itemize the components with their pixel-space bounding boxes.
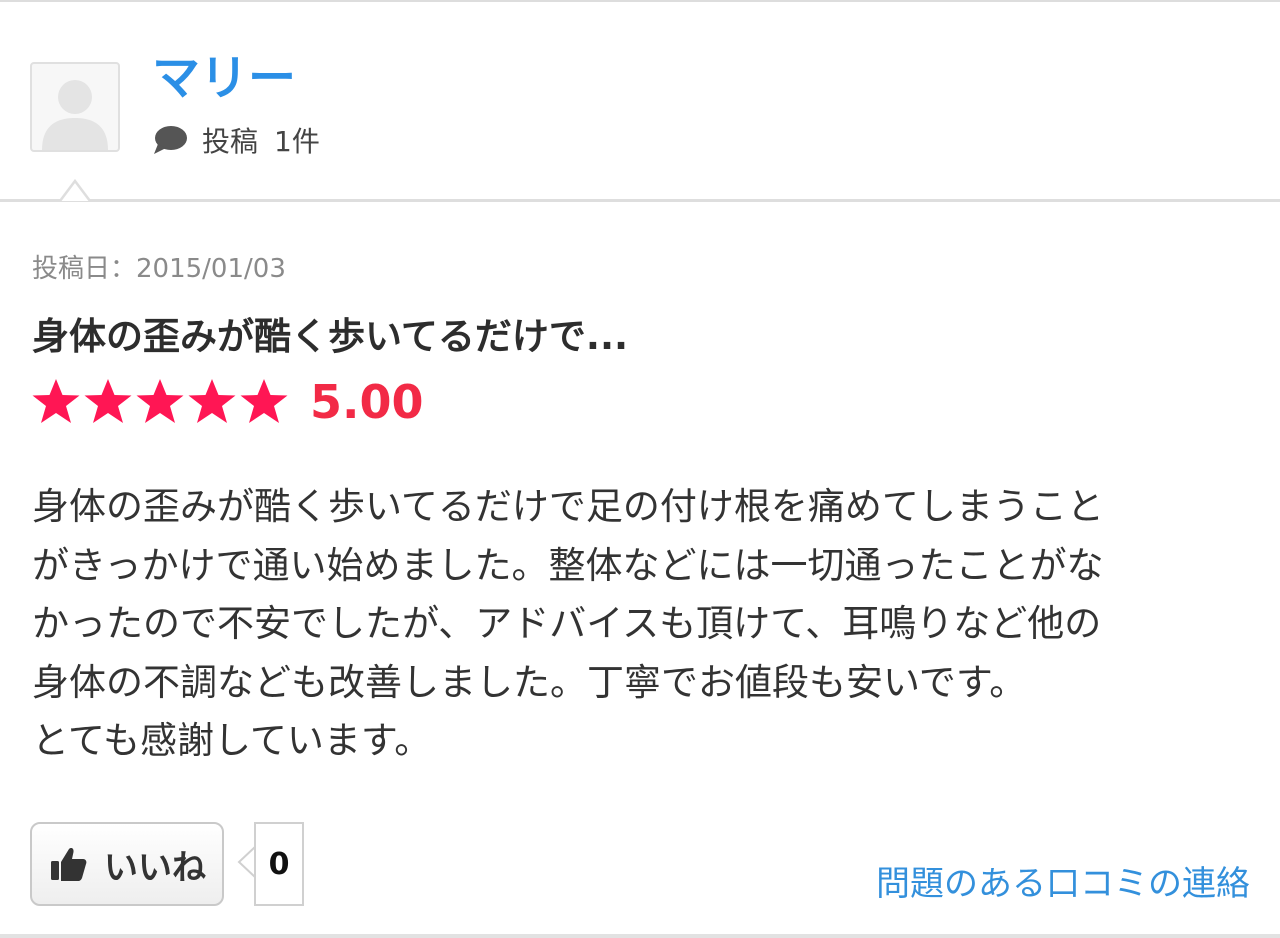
star-icon <box>240 379 288 423</box>
thumbs-up-icon <box>51 848 87 881</box>
like-count: 0 <box>254 822 304 906</box>
avatar[interactable] <box>30 62 120 152</box>
header-divider <box>0 199 1280 202</box>
pointer-notch <box>60 178 90 202</box>
like-label: いいね <box>104 847 206 888</box>
review-card: マリー 投稿 1件 投稿日：2015/01/03 身体の歪みが酷く歩いてるだけで… <box>0 0 1280 938</box>
review-title: 身体の歪みが酷く歩いてるだけで... <box>32 315 629 358</box>
review-body: 身体の歪みが酷く歩いてるだけで足の付け根を痛めてしまうこと がきっかけで通い始め… <box>32 478 1262 771</box>
reviewer-name[interactable]: マリー <box>152 48 296 108</box>
star-rating <box>30 376 290 428</box>
rating: 5.00 <box>30 372 424 432</box>
speech-bubble-icon <box>154 126 187 154</box>
post-date: 投稿日：2015/01/03 <box>32 254 286 284</box>
review-body-line: 身体の不調なども改善しました。丁寧でお値段も安いです。 <box>32 660 1027 704</box>
star-icon <box>32 379 80 423</box>
rating-score: 5.00 <box>310 375 424 429</box>
reviewer-header: マリー 投稿 1件 <box>0 0 1280 202</box>
post-count: 投稿 1件 <box>152 120 320 160</box>
review-body-line: 身体の歪みが酷く歩いてるだけで足の付け根を痛めてしまうこと <box>32 485 1104 528</box>
star-icon <box>84 379 132 423</box>
post-label: 投稿 <box>202 125 259 158</box>
post-count-value: 1件 <box>274 125 320 158</box>
star-icon <box>188 379 236 423</box>
review-body-line: かったので不安でしたが、アドバイスも頂けて、耳鳴りなど他の <box>32 602 1102 645</box>
user-silhouette-icon <box>42 80 108 150</box>
review-body-line: とても感謝しています。 <box>32 719 432 762</box>
review-body-line: がきっかけで通い始めました。整体などには一切通ったことがな <box>32 543 1104 587</box>
bottom-divider <box>0 934 1280 938</box>
report-review-link[interactable]: 問題のある口コミの連絡 <box>876 856 1250 905</box>
like-button[interactable]: いいね <box>30 822 224 906</box>
star-icon <box>136 379 184 423</box>
